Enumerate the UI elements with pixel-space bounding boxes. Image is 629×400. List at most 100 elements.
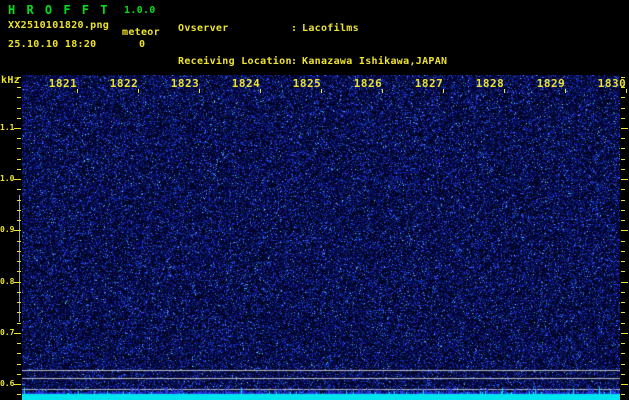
freq-tick-label: 0.9 [0,226,14,234]
freq-minor-tick [621,261,625,262]
freq-minor-tick [17,138,21,139]
datetime: 25.10.10 18:20 [8,40,97,50]
freq-minor-tick [17,261,21,262]
freq-minor-tick [621,394,625,395]
minute-tick [626,89,627,93]
info-label: Ovserver [178,24,291,34]
info-value: Lacofilms [302,23,359,34]
time-tick-label: 1823 [171,78,200,89]
freq-minor-tick [621,108,625,109]
minute-tick [321,89,322,93]
minute-tick [565,89,566,93]
freq-minor-tick [17,364,21,365]
freq-minor-tick [17,302,21,303]
freq-minor-tick [17,343,21,344]
freq-minor-tick [17,200,21,201]
info-row-observer: Ovserver:Lacofilms [178,24,447,37]
freq-major-tick [14,384,21,385]
freq-minor-tick [17,118,21,119]
freq-tick-label: 0.6 [0,380,14,388]
freq-major-tick [14,179,21,180]
freq-minor-tick [621,323,625,324]
freq-minor-tick [17,77,21,78]
freq-minor-tick [621,138,625,139]
freq-minor-tick [17,189,21,190]
freq-minor-tick [621,200,625,201]
freq-major-tick [14,230,21,231]
freq-major-tick [14,282,21,283]
freq-major-tick [14,333,21,334]
freq-major-tick [621,230,628,231]
freq-minor-tick [17,159,21,160]
freq-major-tick [621,179,628,180]
time-tick-label: 1830 [598,78,627,89]
freq-tick-label: 0.8 [0,278,14,286]
freq-minor-tick [621,148,625,149]
app-version: 1.0.0 [124,6,156,16]
freq-minor-tick [17,323,21,324]
freq-tick-label: 0.7 [0,329,14,337]
freq-minor-tick [621,189,625,190]
time-tick-label: 1829 [537,78,566,89]
freq-minor-tick [17,292,21,293]
info-colon: : [291,57,302,67]
hrofft-window: H R O F F T 1.0.0 XX2510101820.png meteo… [0,0,629,400]
minute-tick [504,89,505,93]
minute-tick [77,89,78,93]
freq-major-tick [14,128,21,129]
freq-minor-tick [621,353,625,354]
time-tick-label: 1828 [476,78,505,89]
time-tick-label: 1827 [415,78,444,89]
freq-minor-tick [17,87,21,88]
freq-minor-tick [17,312,21,313]
freq-minor-tick [621,271,625,272]
app-title: H R O F F T [8,4,109,16]
time-tick-label: 1826 [354,78,383,89]
freq-minor-tick [621,364,625,365]
freq-minor-tick [17,353,21,354]
freq-minor-tick [17,374,21,375]
meteor-count: 0 [139,40,145,50]
info-row-location: Receiving Location:Kanazawa Ishikawa,JAP… [178,57,447,70]
freq-major-tick [621,384,628,385]
freq-minor-tick [17,108,21,109]
freq-minor-tick [17,394,21,395]
time-tick-label: 1822 [110,78,139,89]
freq-minor-tick [621,169,625,170]
freq-minor-tick [17,210,21,211]
freq-major-tick [621,333,628,334]
freq-minor-tick [621,374,625,375]
minute-tick [260,89,261,93]
minute-tick [138,89,139,93]
time-tick-label: 1821 [49,78,78,89]
freq-minor-tick [621,312,625,313]
freq-minor-tick [621,241,625,242]
time-tick-label: 1824 [232,78,261,89]
freq-minor-tick [621,97,625,98]
info-value: Kanazawa Ishikawa,JAPAN [302,56,447,67]
freq-minor-tick [17,241,21,242]
output-filename: XX2510101820.png [8,21,109,31]
freq-minor-tick [17,251,21,252]
freq-minor-tick [621,159,625,160]
freq-major-tick [621,128,628,129]
freq-minor-tick [17,169,21,170]
freq-minor-tick [621,118,625,119]
freq-minor-tick [621,302,625,303]
minute-tick [382,89,383,93]
freq-minor-tick [621,210,625,211]
info-colon: : [291,24,302,34]
freq-minor-tick [17,271,21,272]
info-label: Receiving Location [178,57,291,67]
freq-minor-tick [621,292,625,293]
spectrogram-canvas [22,75,620,400]
minute-tick [443,89,444,93]
freq-minor-tick [621,343,625,344]
freq-minor-tick [621,220,625,221]
freq-minor-tick [17,97,21,98]
freq-major-tick [621,282,628,283]
freq-tick-label: 1.0 [0,175,14,183]
mode-label: meteor [122,28,160,38]
time-tick-label: 1825 [293,78,322,89]
freq-minor-tick [621,251,625,252]
